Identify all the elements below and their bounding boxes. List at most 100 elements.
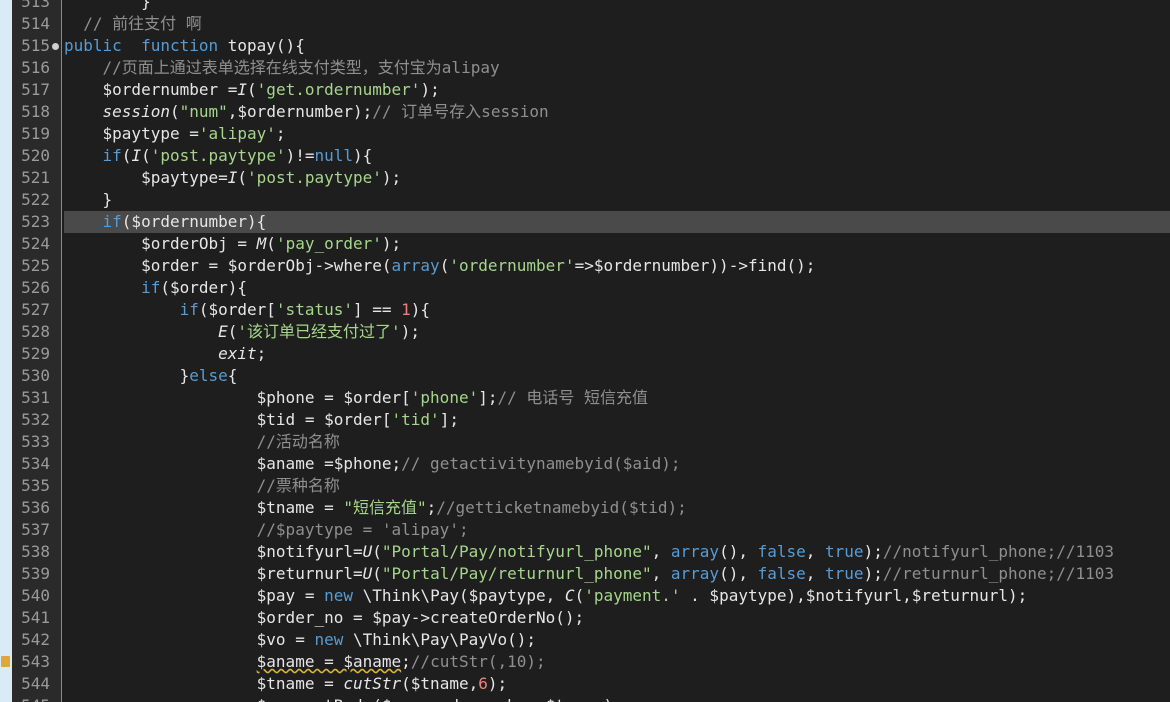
code-text[interactable]: $vo = new \Think\Pay\PayVo();: [64, 629, 1170, 651]
code-text[interactable]: $orderObj = M('pay_order');: [64, 233, 1170, 255]
code-token: $vo =: [64, 630, 315, 649]
code-text[interactable]: if($order){: [64, 277, 1170, 299]
code-line[interactable]: 517 $ordernumber =I('get.ordernumber');: [0, 79, 1170, 101]
code-text[interactable]: $aname = $aname;//cutStr(,10);: [64, 651, 1170, 673]
code-text[interactable]: exit;: [64, 343, 1170, 365]
code-line[interactable]: 526 if($order){: [0, 277, 1170, 299]
code-line[interactable]: 513 }: [0, 0, 1170, 13]
code-text[interactable]: if(I('post.paytype')!=null){: [64, 145, 1170, 167]
code-text[interactable]: $pay = new \Think\Pay($paytype, C('payme…: [64, 585, 1170, 607]
code-text[interactable]: //$paytype = 'alipay';: [64, 519, 1170, 541]
code-line[interactable]: 525 $order = $orderObj->where(array('ord…: [0, 255, 1170, 277]
code-text[interactable]: $order_no = $pay->createOrderNo();: [64, 607, 1170, 629]
code-text[interactable]: public function topay(){: [64, 35, 1170, 57]
fold-toggle-icon[interactable]: [52, 43, 59, 50]
code-token: $tname =: [64, 674, 344, 693]
line-number: 515: [21, 36, 50, 55]
code-token: $vo->setBody($vo->ordernumber.$tname): [64, 696, 613, 702]
line-number: 525: [21, 256, 50, 275]
code-text[interactable]: if($ordernumber){: [64, 211, 1170, 233]
code-token: 1: [401, 300, 411, 319]
code-line[interactable]: 542 $vo = new \Think\Pay\PayVo();: [0, 629, 1170, 651]
code-line[interactable]: 531 $phone = $order['phone'];// 电话号 短信充值: [0, 387, 1170, 409]
code-text[interactable]: $tid = $order['tid'];: [64, 409, 1170, 431]
line-number: 536: [21, 498, 50, 517]
warning-icon[interactable]: [1, 656, 10, 667]
line-number: 540: [21, 586, 50, 605]
code-text[interactable]: }: [64, 0, 1170, 13]
code-token: (: [121, 146, 132, 165]
code-line[interactable]: 519 $paytype ='alipay';: [0, 123, 1170, 145]
code-line[interactable]: 524 $orderObj = M('pay_order');: [0, 233, 1170, 255]
code-token: "Portal/Pay/returnurl_phone": [381, 564, 652, 583]
code-token: (: [169, 102, 180, 121]
code-line[interactable]: 520 if(I('post.paytype')!=null){: [0, 145, 1170, 167]
code-line[interactable]: 521 $paytype=I('post.paytype');: [0, 167, 1170, 189]
code-line[interactable]: 544 $tname = cutStr($tname,6);: [0, 673, 1170, 695]
code-token: $paytype=: [64, 168, 228, 187]
code-line[interactable]: 515 public function topay(){: [0, 35, 1170, 57]
code-line[interactable]: 535 //票种名称: [0, 475, 1170, 497]
code-text[interactable]: $paytype=I('post.paytype');: [64, 167, 1170, 189]
code-line[interactable]: 536 $tname = "短信充值";//getticketnamebyid(…: [0, 497, 1170, 519]
code-text[interactable]: $ordernumber =I('get.ordernumber');: [64, 79, 1170, 101]
line-number: 526: [21, 278, 50, 297]
code-token: if: [141, 278, 161, 297]
code-line[interactable]: 522 }: [0, 189, 1170, 211]
code-line[interactable]: 523 if($ordernumber){: [0, 211, 1170, 233]
code-line[interactable]: 540 $pay = new \Think\Pay($paytype, C('p…: [0, 585, 1170, 607]
code-line[interactable]: 545 $vo->setBody($vo->ordernumber.$tname…: [0, 695, 1170, 702]
code-text[interactable]: $order = $orderObj->where(array('ordernu…: [64, 255, 1170, 277]
code-text[interactable]: $tname = cutStr($tname,6);: [64, 673, 1170, 695]
code-text[interactable]: session("num",$ordernumber);// 订单号存入sess…: [64, 101, 1170, 123]
code-line[interactable]: 516 //页面上通过表单选择在线支付类型，支付宝为alipay: [0, 57, 1170, 79]
code-text[interactable]: }: [64, 189, 1170, 211]
code-token: $returnurl=: [64, 564, 363, 583]
code-line[interactable]: 518 session("num",$ordernumber);// 订单号存入…: [0, 101, 1170, 123]
code-line[interactable]: 543 $aname = $aname;//cutStr(,10);: [0, 651, 1170, 673]
code-text[interactable]: $vo->setBody($vo->ordernumber.$tname): [64, 695, 1170, 702]
code-line[interactable]: 514 // 前往支付 啊: [0, 13, 1170, 35]
code-token: (: [439, 256, 450, 275]
line-number: 521: [21, 168, 50, 187]
code-text[interactable]: $tname = "短信充值";//getticketnamebyid($tid…: [64, 497, 1170, 519]
code-text[interactable]: //票种名称: [64, 475, 1170, 497]
code-line[interactable]: 530 }else{: [0, 365, 1170, 387]
code-text[interactable]: //页面上通过表单选择在线支付类型，支付宝为alipay: [64, 57, 1170, 79]
code-text[interactable]: $notifyurl=U("Portal/Pay/notifyurl_phone…: [64, 541, 1170, 563]
code-line[interactable]: 534 $aname =$phone;// getactivitynamebyi…: [0, 453, 1170, 475]
code-line[interactable]: 533 //活动名称: [0, 431, 1170, 453]
code-text[interactable]: $phone = $order['phone'];// 电话号 短信充值: [64, 387, 1170, 409]
code-token: I: [237, 80, 248, 99]
line-number: 537: [21, 520, 50, 539]
line-number: 528: [21, 322, 50, 341]
code-text[interactable]: E('该订单已经支付过了');: [64, 321, 1170, 343]
code-line[interactable]: 538 $notifyurl=U("Portal/Pay/notifyurl_p…: [0, 541, 1170, 563]
code-text[interactable]: }else{: [64, 365, 1170, 387]
code-token: ];: [439, 410, 459, 429]
line-number: 519: [21, 124, 50, 143]
code-line[interactable]: 537 //$paytype = 'alipay';: [0, 519, 1170, 541]
code-line[interactable]: 529 exit;: [0, 343, 1170, 365]
code-text[interactable]: // 前往支付 啊: [64, 13, 1170, 35]
code-text[interactable]: $paytype ='alipay';: [64, 123, 1170, 145]
code-token: . $paytype),$notifyurl,$returnurl);: [680, 586, 1028, 605]
code-line[interactable]: 527 if($order['status'] == 1){: [0, 299, 1170, 321]
code-line[interactable]: 539 $returnurl=U("Portal/Pay/returnurl_p…: [0, 563, 1170, 585]
code-editor[interactable]: 513 } 514 // 前往支付 啊 515 public function top…: [0, 0, 1170, 702]
code-line[interactable]: 541 $order_no = $pay->createOrderNo();: [0, 607, 1170, 629]
code-token: 'pay_order': [275, 234, 382, 253]
code-token: ];: [478, 388, 498, 407]
code-lines[interactable]: 513 } 514 // 前往支付 啊 515 public function top…: [0, 0, 1170, 702]
code-line[interactable]: 528 E('该订单已经支付过了');: [0, 321, 1170, 343]
code-text[interactable]: //活动名称: [64, 431, 1170, 453]
code-token: //notifyurl_phone;//1103: [882, 542, 1115, 561]
code-text[interactable]: $aname =$phone;// getactivitynamebyid($a…: [64, 453, 1170, 475]
line-number: 520: [21, 146, 50, 165]
code-line[interactable]: 532 $tid = $order['tid'];: [0, 409, 1170, 431]
code-text[interactable]: $returnurl=U("Portal/Pay/returnurl_phone…: [64, 563, 1170, 585]
code-text[interactable]: if($order['status'] == 1){: [64, 299, 1170, 321]
